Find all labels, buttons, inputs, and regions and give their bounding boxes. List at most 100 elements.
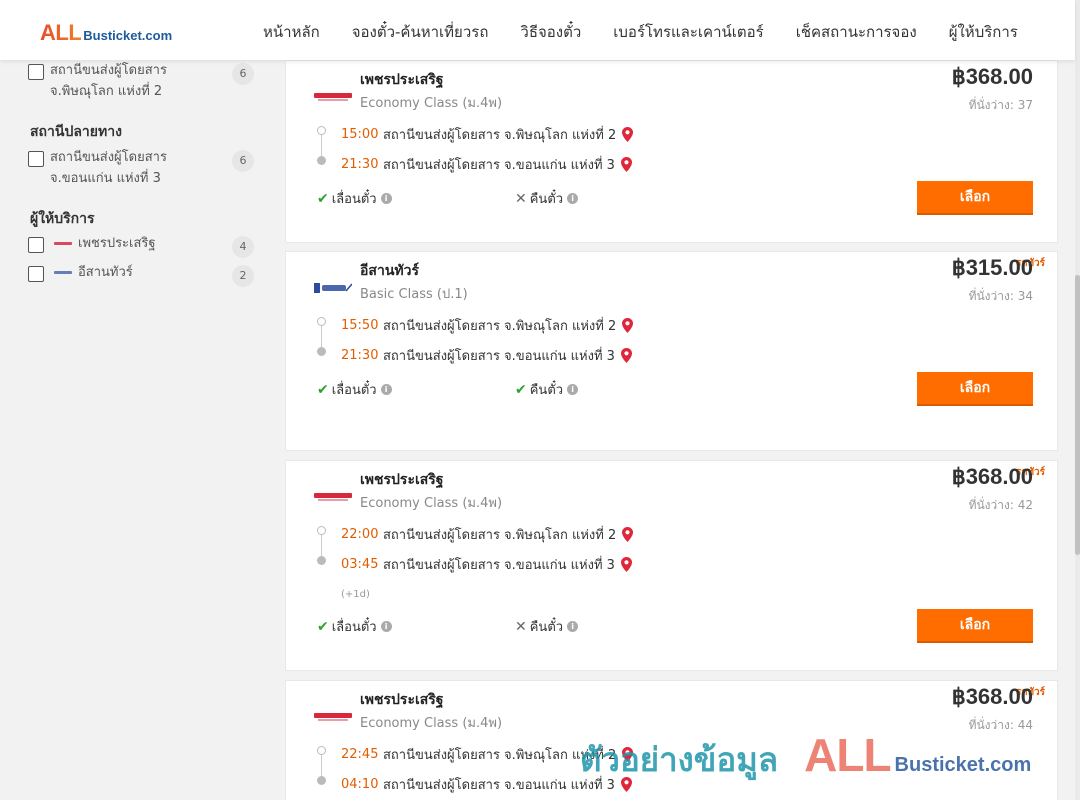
arrival-stop: 03:45 สถานีขนส่งผู้โดยสาร จ.ขอนแก่น แห่งท… — [341, 554, 632, 575]
change-ticket-policy: ✔ เลื่อนตั๋ว i — [317, 379, 392, 400]
cross-icon: ✕ — [515, 618, 527, 635]
nav-book-search[interactable]: จองตั๋ว-ค้นหาเที่ยวรถ — [352, 20, 489, 44]
operator-name: เพชรประเสริฐ — [360, 72, 444, 88]
logo-busticket-text: Busticket.com — [83, 28, 173, 43]
filter-operator-isantour[interactable]: อีสานทัวร์ 2 — [28, 265, 254, 287]
seats-available: ที่นั่งว่าง: 44 — [968, 718, 1033, 732]
filter-origin-phitsanulok[interactable]: สถานีขนส่งผู้โดยสาร จ.พิษณุโลก แห่งที่ 2… — [28, 63, 254, 102]
cross-icon: ✕ — [515, 190, 527, 207]
location-pin-icon[interactable] — [622, 527, 634, 542]
location-pin-icon[interactable] — [620, 348, 632, 363]
info-icon[interactable]: i — [380, 384, 392, 395]
select-trip-button[interactable]: เลือก — [917, 609, 1033, 643]
filter-label-line1: สถานีขนส่งผู้โดยสาร — [50, 150, 167, 165]
bus-class: Economy Class (ม.4พ) — [360, 716, 503, 731]
location-pin-icon[interactable] — [622, 318, 634, 333]
main-nav: หน้าหลัก จองตั๋ว-ค้นหาเที่ยวรถ วิธีจองตั… — [263, 20, 1050, 44]
refund-ticket-label: คืนตั๋ว — [529, 383, 564, 398]
nav-phone-counters[interactable]: เบอร์โทรและเคาน์เตอร์ — [613, 20, 763, 44]
change-ticket-label: เลื่อนตั๋ว — [331, 192, 377, 207]
change-ticket-policy: ✔ เลื่อนตั๋ว i — [317, 616, 392, 637]
check-icon: ✔ — [317, 190, 329, 207]
arrival-place: สถานีขนส่งผู้โดยสาร จ.ขอนแก่น แห่งที่ 3 — [383, 349, 615, 364]
arrival-stop: 21:30 สถานีขนส่งผู้โดยสาร จ.ขอนแก่น แห่งท… — [341, 345, 632, 366]
site-logo[interactable]: ALL Busticket.com — [40, 20, 172, 46]
check-icon: ✔ — [317, 618, 329, 635]
filter-label-line2: จ.พิษณุโลก แห่งที่ 2 — [50, 84, 163, 99]
isantour-logo-icon — [54, 270, 72, 274]
departure-stop: 22:00 สถานีขนส่งผู้โดยสาร จ.พิษณุโลก แห่ง… — [341, 524, 634, 545]
departure-time: 15:00 — [341, 127, 379, 142]
trip-card: รถทัวร์ อีสานทัวร์ Basic Class (ป.1) ฿315.0… — [285, 251, 1058, 451]
refund-ticket-policy: ✕ คืนตั๋ว i — [515, 188, 579, 209]
nav-home[interactable]: หน้าหลัก — [263, 20, 320, 44]
nav-check-booking[interactable]: เช็คสถานะการจอง — [796, 20, 917, 44]
operator-name: เพชรประเสริฐ — [360, 472, 444, 488]
departure-place: สถานีขนส่งผู้โดยสาร จ.พิษณุโลก แห่งที่ 2 — [383, 319, 617, 334]
operator-label: อีสานทัวร์ — [78, 265, 133, 280]
next-day-note: (+1d) — [341, 589, 370, 600]
arrival-time: 21:30 — [341, 348, 379, 363]
location-pin-icon[interactable] — [620, 557, 632, 572]
arrival-stop: 04:10 สถานีขนส่งผู้โดยสาร จ.ขอนแก่น แห่งท… — [341, 774, 632, 795]
isantour-logo-icon — [314, 283, 352, 293]
trip-card: รถทัวร์ เพชรประเสริฐ Economy Class (ม.4พ) ฿… — [285, 460, 1058, 671]
arrival-time: 03:45 — [341, 557, 379, 572]
seats-available: ที่นั่งว่าง: 34 — [968, 289, 1033, 303]
change-ticket-label: เลื่อนตั๋ว — [331, 620, 377, 635]
bus-class: Economy Class (ม.4พ) — [360, 96, 503, 111]
trip-card: รถทัวร์ เพชรประเสริฐ Economy Class (ม.4พ) ฿… — [285, 680, 1058, 800]
select-trip-button[interactable]: เลือก — [917, 372, 1033, 406]
departure-stop: 15:50 สถานีขนส่งผู้โดยสาร จ.พิษณุโลก แห่ง… — [341, 315, 634, 336]
refund-ticket-label: คืนตั๋ว — [529, 620, 564, 635]
departure-place: สถานีขนส่งผู้โดยสาร จ.พิษณุโลก แห่งที่ 2 — [383, 528, 617, 543]
change-ticket-label: เลื่อนตั๋ว — [331, 383, 377, 398]
phetprasert-logo-icon — [314, 493, 352, 501]
info-icon[interactable]: i — [380, 621, 392, 632]
departure-dot — [317, 746, 326, 755]
departure-time: 22:00 — [341, 527, 379, 542]
info-icon[interactable]: i — [567, 193, 579, 204]
phetprasert-logo-icon — [54, 241, 72, 245]
checkbox[interactable] — [28, 266, 44, 282]
refund-ticket-policy: ✕ คืนตั๋ว i — [515, 616, 579, 637]
nav-how-to-book[interactable]: วิธีจองตั๋ว — [520, 20, 581, 44]
departure-dot — [317, 526, 326, 535]
operator-label: เพชรประเสริฐ — [78, 236, 156, 251]
select-trip-button[interactable]: เลือก — [917, 181, 1033, 215]
checkbox[interactable] — [28, 151, 44, 167]
arrival-dot — [317, 347, 326, 356]
phetprasert-logo-icon — [314, 93, 352, 101]
filter-label-line1: สถานีขนส่งผู้โดยสาร — [50, 63, 167, 78]
filter-operator-phetprasert[interactable]: เพชรประเสริฐ 4 — [28, 236, 254, 258]
departure-place: สถานีขนส่งผู้โดยสาร จ.พิษณุโลก แห่งที่ 2 — [383, 128, 617, 143]
filter-label-line2: จ.ขอนแก่น แห่งที่ 3 — [50, 171, 161, 186]
info-icon[interactable]: i — [380, 193, 392, 204]
departure-stop: 22:45 สถานีขนส่งผู้โดยสาร จ.พิษณุโลก แห่ง… — [341, 744, 634, 765]
location-pin-icon[interactable] — [622, 747, 634, 762]
check-icon: ✔ — [515, 381, 527, 398]
info-icon[interactable]: i — [567, 621, 579, 632]
bus-class: Economy Class (ม.4พ) — [360, 496, 503, 511]
seats-available: ที่นั่งว่าง: 37 — [968, 98, 1033, 112]
trip-card: เพชรประเสริฐ Economy Class (ม.4พ) ฿368.00 ท… — [285, 60, 1058, 243]
arrival-time: 04:10 — [341, 777, 379, 792]
checkbox[interactable] — [28, 64, 44, 80]
departure-place: สถานีขนส่งผู้โดยสาร จ.พิษณุโลก แห่งที่ 2 — [383, 748, 617, 763]
arrival-dot — [317, 556, 326, 565]
operator-name: เพชรประเสริฐ — [360, 692, 444, 708]
info-icon[interactable]: i — [567, 384, 579, 395]
arrival-place: สถานีขนส่งผู้โดยสาร จ.ขอนแก่น แห่งที่ 3 — [383, 158, 615, 173]
checkbox[interactable] — [28, 237, 44, 253]
trip-price: ฿368.00 — [951, 464, 1033, 489]
arrival-stop: 21:30 สถานีขนส่งผู้โดยสาร จ.ขอนแก่น แห่งท… — [341, 154, 632, 175]
filter-destination-khonkaen[interactable]: สถานีขนส่งผู้โดยสาร จ.ขอนแก่น แห่งที่ 3 … — [28, 150, 254, 189]
nav-operators[interactable]: ผู้ให้บริการ — [949, 20, 1018, 44]
location-pin-icon[interactable] — [620, 777, 632, 792]
location-pin-icon[interactable] — [622, 127, 634, 142]
trip-price: ฿368.00 — [951, 64, 1033, 89]
location-pin-icon[interactable] — [620, 157, 632, 172]
page-scrollbar-thumb[interactable] — [1075, 275, 1080, 555]
destination-heading: สถานีปลายทาง — [30, 124, 122, 140]
departure-stop: 15:00 สถานีขนส่งผู้โดยสาร จ.พิษณุโลก แห่ง… — [341, 124, 634, 145]
